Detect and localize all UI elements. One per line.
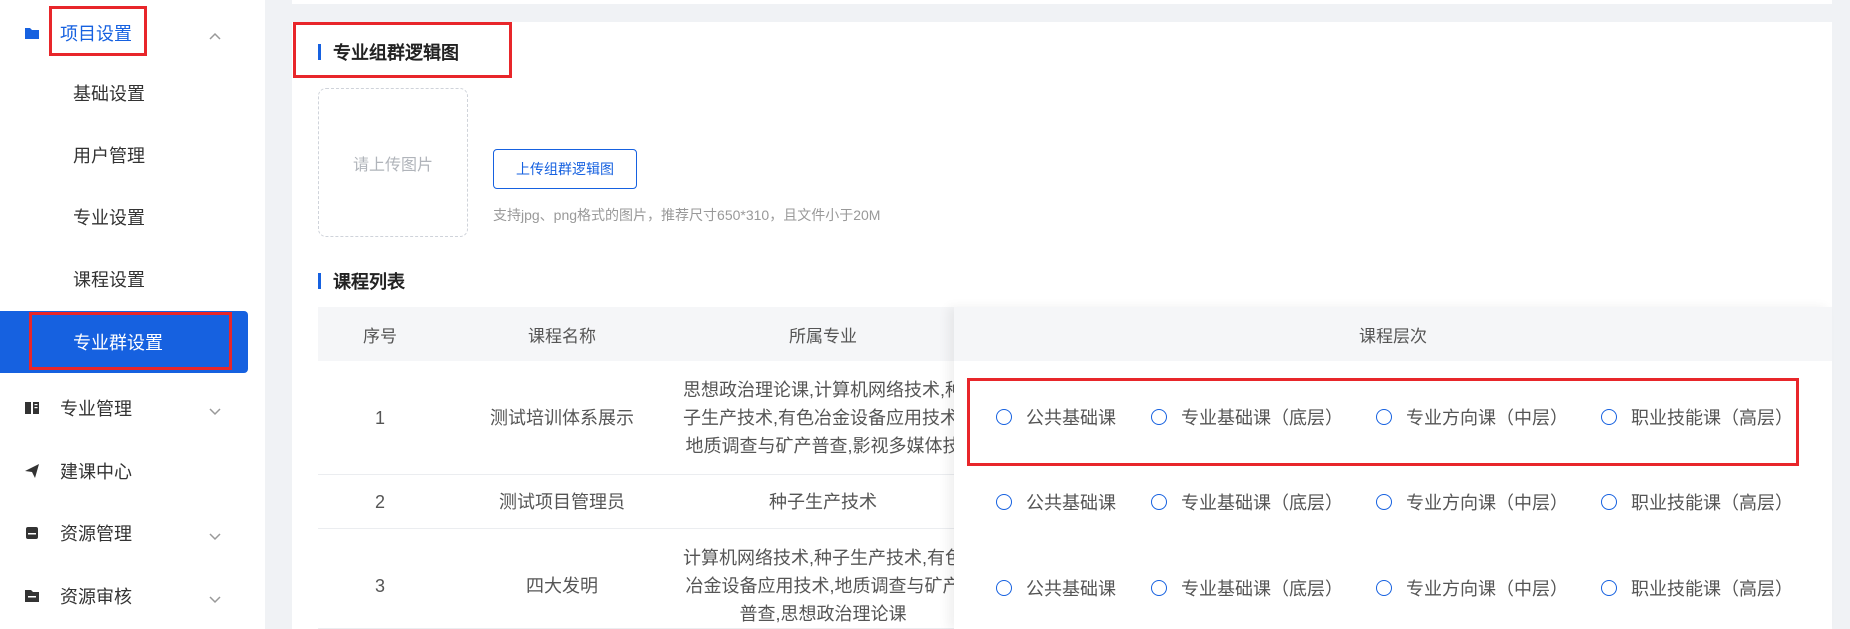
radio-label: 专业基础课（底层） — [1181, 493, 1343, 513]
radio-circle[interactable] — [996, 494, 1012, 510]
title-bar — [318, 273, 321, 289]
column-header-name: 课程名称 — [528, 326, 596, 346]
cell-name: 测试项目管理员 — [499, 492, 625, 512]
cell-name: 四大发明 — [526, 576, 598, 596]
radio-public-basic[interactable]: 公共基础课 — [996, 489, 1116, 515]
radio-circle[interactable] — [1376, 580, 1392, 596]
cell-index: 2 — [374, 492, 385, 512]
sidebar-group-label: 资源管理 — [60, 524, 132, 544]
cell-index: 3 — [374, 576, 385, 596]
image-upload-area[interactable]: 请上传图片 — [318, 88, 468, 237]
folder-icon — [24, 25, 40, 41]
cell-index: 1 — [374, 408, 385, 428]
sidebar-item-course-settings[interactable]: 课程设置 — [0, 248, 248, 310]
sidebar-group-course-center[interactable]: 建课中心 — [0, 440, 265, 502]
radio-public-basic[interactable]: 公共基础课 — [996, 575, 1116, 601]
sidebar-group-resource-audit[interactable]: 资源审核 — [0, 565, 265, 627]
course-section-title: 课程列表 — [318, 268, 405, 294]
chevron-down-icon — [208, 403, 222, 416]
radio-vocational-skill[interactable]: 职业技能课（高层） — [1601, 489, 1793, 515]
radio-circle[interactable] — [1601, 494, 1617, 510]
radio-label: 专业方向课（中层） — [1406, 579, 1568, 599]
highlight-box-major-group-settings — [29, 312, 232, 370]
radio-circle[interactable] — [1601, 580, 1617, 596]
sidebar-group-label: 建课中心 — [60, 462, 132, 482]
sidebar-item-label: 基础设置 — [73, 84, 145, 104]
cell-major: 思想政治理论课,计算机网络技术,种子生产技术,有色冶金设备应用技术,地质调查与矿… — [682, 380, 963, 456]
sidebar-group-resource-management[interactable]: 资源管理 — [0, 502, 265, 564]
highlight-box-level-row — [967, 378, 1799, 466]
radio-label: 公共基础课 — [1026, 493, 1116, 513]
course-section-title-text: 课程列表 — [333, 272, 405, 292]
course-level-column: 课程层次 公共基础课 专业基础课（底层） 专业方向课（中层） 职业技能课（高层）… — [954, 307, 1832, 629]
level-radio-group-row-3: 公共基础课 专业基础课（底层） 专业方向课（中层） 职业技能课（高层） — [954, 529, 1832, 629]
cell-name: 测试培训体系展示 — [490, 408, 634, 428]
radio-label: 职业技能课（高层） — [1631, 493, 1793, 513]
radio-circle[interactable] — [1151, 494, 1167, 510]
chevron-down-icon — [208, 528, 222, 541]
upload-placeholder: 请上传图片 — [352, 156, 433, 174]
sidebar-item-basic-settings[interactable]: 基础设置 — [0, 62, 248, 124]
chevron-up-icon — [208, 28, 222, 40]
radio-label: 专业方向课（中层） — [1406, 493, 1568, 513]
cell-major: 计算机网络技术,种子生产技术,有色冶金设备应用技术,地质调查与矿产普查,思想政治… — [682, 548, 963, 624]
radio-label: 专业基础课（底层） — [1181, 579, 1343, 599]
sidebar-item-label: 课程设置 — [73, 270, 145, 290]
radio-major-basic[interactable]: 专业基础课（底层） — [1151, 575, 1343, 601]
radio-label: 公共基础课 — [1026, 579, 1116, 599]
upload-logic-diagram-button[interactable]: 上传组群逻辑图 — [493, 149, 637, 189]
radio-major-direction[interactable]: 专业方向课（中层） — [1376, 489, 1568, 515]
top-strip — [292, 0, 1832, 4]
sidebar-item-user-management[interactable]: 用户管理 — [0, 124, 248, 186]
radio-circle[interactable] — [1376, 494, 1392, 510]
inbox-icon — [24, 525, 40, 541]
column-header-index: 序号 — [363, 326, 397, 346]
sidebar-item-label: 专业设置 — [73, 208, 145, 228]
column-header-major: 所属专业 — [789, 326, 857, 346]
sidebar-item-label: 用户管理 — [73, 146, 145, 166]
sidebar-group-major-management[interactable]: 专业管理 — [0, 377, 265, 439]
sidebar-group-label: 资源审核 — [60, 587, 132, 607]
radio-major-direction[interactable]: 专业方向课（中层） — [1376, 575, 1568, 601]
chevron-down-icon — [208, 591, 222, 604]
radio-major-basic[interactable]: 专业基础课（底层） — [1151, 489, 1343, 515]
radio-circle[interactable] — [1151, 580, 1167, 596]
book-icon — [24, 400, 40, 416]
level-radio-group-row-2: 公共基础课 专业基础课（底层） 专业方向课（中层） 职业技能课（高层） — [954, 475, 1832, 529]
highlight-box-project-settings — [49, 6, 147, 56]
sidebar-group-label: 专业管理 — [60, 399, 132, 419]
column-header-level: 课程层次 — [954, 307, 1832, 361]
radio-label: 职业技能课（高层） — [1631, 579, 1793, 599]
radio-circle[interactable] — [996, 580, 1012, 596]
audit-icon — [24, 588, 40, 604]
sidebar-item-major-settings[interactable]: 专业设置 — [0, 186, 248, 248]
highlight-box-logic-title — [293, 22, 512, 78]
send-icon — [24, 463, 40, 479]
upload-hint: 支持jpg、png格式的图片，推荐尺寸650*310，且文件小于20M — [493, 207, 881, 223]
radio-vocational-skill[interactable]: 职业技能课（高层） — [1601, 575, 1793, 601]
cell-major: 种子生产技术 — [769, 492, 877, 512]
